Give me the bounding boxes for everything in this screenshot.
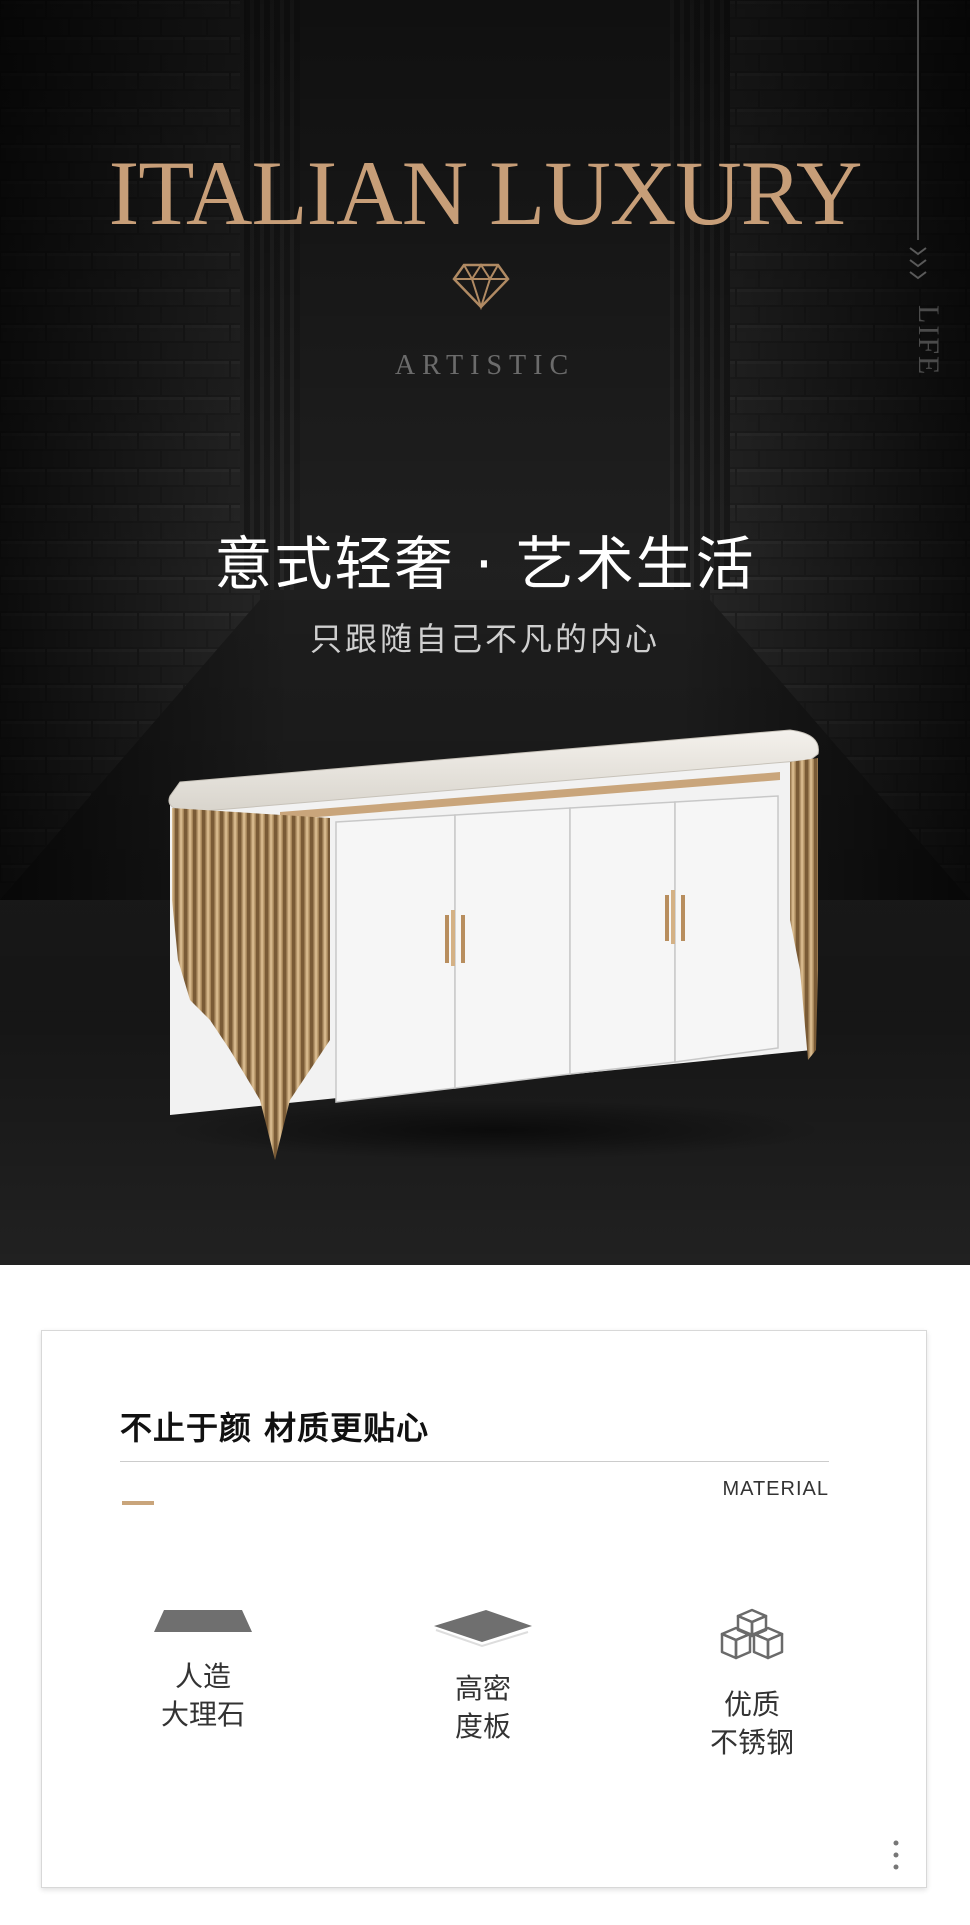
feature-label: 人造 大理石 xyxy=(160,1660,245,1731)
cubes-icon xyxy=(720,1608,784,1660)
more-options-icon[interactable] xyxy=(892,1839,900,1871)
chevron-down-icon xyxy=(909,247,927,280)
feature-board: 高密 度板 xyxy=(408,1606,558,1746)
feature-steel: 优质 不锈钢 xyxy=(677,1606,827,1762)
sideboard-product-image xyxy=(165,729,825,1160)
feature-marble: 人造 大理石 xyxy=(128,1606,278,1734)
board-icon xyxy=(434,1610,532,1648)
material-card: 不止于颜 材质更贴心 MATERIAL 人造 大理石 高密 度板 优质 不锈钢 xyxy=(41,1330,927,1888)
section-title: 不止于颜 材质更贴心 xyxy=(120,1409,430,1447)
section-subtitle: MATERIAL xyxy=(722,1478,829,1500)
hero-tagline: 只跟随自己不凡的内心 xyxy=(309,620,660,658)
section-divider xyxy=(120,1461,829,1462)
hero-title: ITALIAN LUXURY xyxy=(108,142,863,244)
feature-label: 优质 不锈钢 xyxy=(709,1688,794,1759)
hero-subtitle: ARTISTIC xyxy=(394,350,576,381)
feature-label: 高密 度板 xyxy=(454,1672,511,1743)
marble-slab-icon xyxy=(154,1610,252,1632)
accent-bar xyxy=(122,1501,154,1505)
hero-banner: LIFE ITALIAN LUXURY ARTISTIC 意式轻奢 · 艺术生活… xyxy=(0,0,970,1265)
diamond-icon xyxy=(452,263,510,310)
hero-headline: 意式轻奢 · 艺术生活 xyxy=(214,530,756,598)
